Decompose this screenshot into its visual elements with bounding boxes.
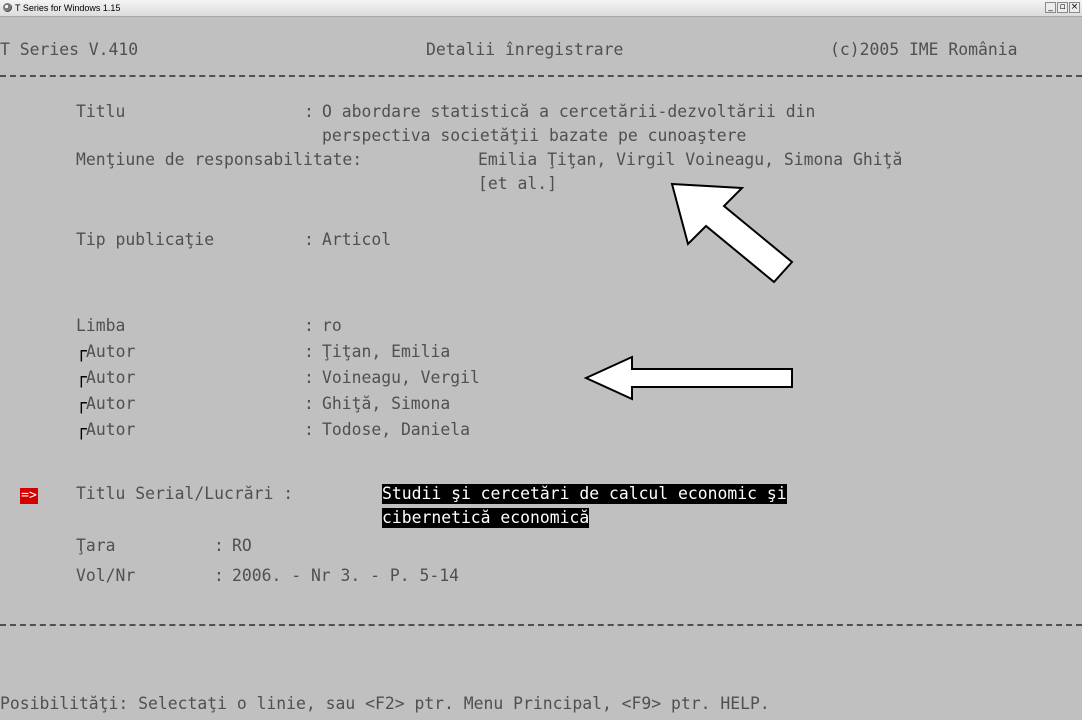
arrow-left-icon [583,355,793,401]
arrow-up-left-icon [670,182,794,284]
annotation-arrows [583,182,794,401]
